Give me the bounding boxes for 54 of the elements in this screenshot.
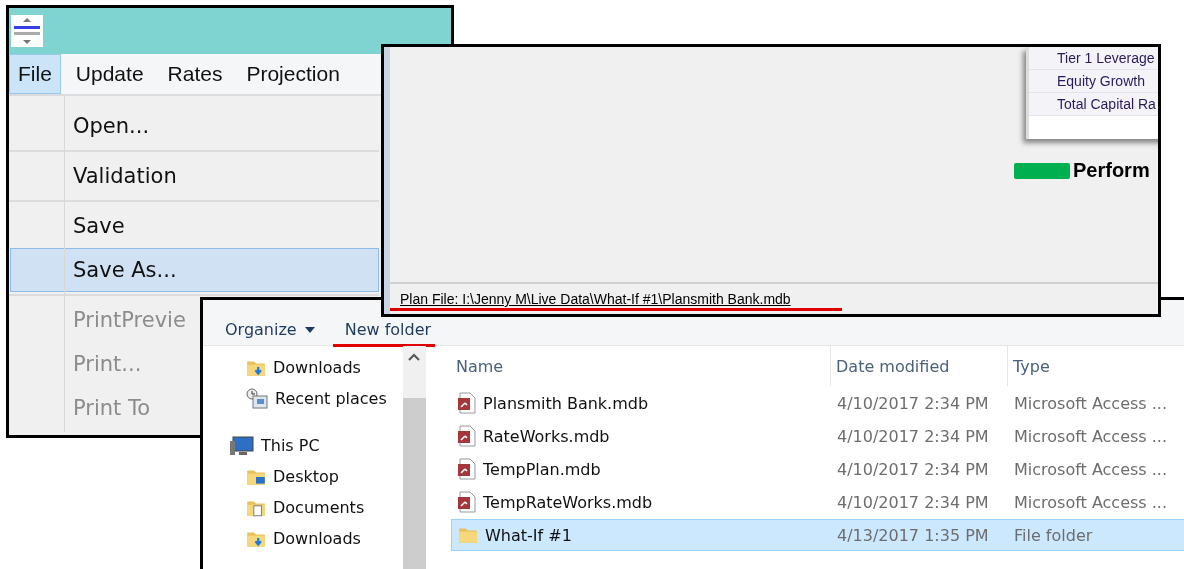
menu-item[interactable]: Save (10, 204, 379, 248)
legend-label: Perform (1073, 159, 1150, 182)
type-cell-text: Microsoft Access ... (1013, 426, 1168, 446)
database-file-icon (457, 458, 477, 480)
app-logo-icon (11, 15, 43, 47)
scrollbar[interactable] (402, 346, 426, 569)
nav-item[interactable]: Documents (203, 492, 403, 523)
caret-up-icon (406, 352, 421, 362)
nav-item[interactable]: Recent places (203, 383, 403, 414)
caret-icon (304, 326, 315, 333)
file-row[interactable]: TempRateWorks.mdb 4/10/2017 2:34 PM Microsoft Access ... (451, 486, 1184, 518)
menu-item[interactable]: Validation (10, 154, 379, 198)
type-cell-text: Microsoft Access ... (1013, 492, 1168, 512)
computer-icon (229, 434, 255, 457)
file-row[interactable]: RateWorks.mdb 4/10/2017 2:34 PM Microsoft Access ... (451, 420, 1184, 452)
menu-bar-item[interactable]: File (9, 54, 61, 94)
nav-item[interactable]: Downloads (203, 523, 403, 554)
column-header[interactable]: Date modified (831, 346, 1008, 386)
column-header[interactable]: Name (451, 346, 831, 386)
menu-bar-item[interactable]: Projection (237, 54, 349, 94)
status-text: Plan File: I:\Jenny M\Live Data\What-If #1\Plansmith Bank.mdb (400, 291, 791, 307)
menu-bar-item[interactable]: Rates (158, 54, 232, 94)
nav-item[interactable]: This PC (203, 430, 403, 461)
metric-label: Total Capital Ra (1029, 93, 1158, 116)
file-row[interactable]: Plansmith Bank.mdb 4/10/2017 2:34 PM Microsoft Access ... (451, 387, 1184, 419)
nav-item[interactable]: Desktop (203, 461, 403, 492)
type-cell-text: File folder (1013, 525, 1094, 545)
file-name: What-If #1 (485, 525, 572, 545)
menu-item[interactable]: Save As... (10, 248, 379, 292)
type-cell-text: Microsoft Access ... (1013, 393, 1168, 413)
menu-item[interactable]: Open... (10, 104, 379, 148)
database-file-icon (457, 491, 477, 513)
clock-window-icon (245, 387, 269, 410)
database-file-icon (457, 392, 477, 414)
file-name: RateWorks.mdb (483, 426, 610, 446)
file-name: TempPlan.mdb (483, 459, 601, 479)
nav-item[interactable]: Downloads (203, 352, 403, 383)
menu-bar-item[interactable]: Update (66, 54, 153, 94)
toolbar-button[interactable]: Organize (225, 320, 315, 339)
type-cell-text: Microsoft Access ... (1013, 459, 1168, 479)
date-cell-text: 4/10/2017 2:34 PM (836, 426, 990, 446)
file-row[interactable]: What-If #1 4/13/2017 1:35 PM File folder (451, 519, 1184, 551)
metric-label: Equity Growth (1029, 70, 1158, 93)
date-cell-text: 4/10/2017 2:34 PM (836, 492, 990, 512)
metric-label: Tier 1 Leverage (1029, 47, 1158, 70)
date-cell-text: 4/13/2017 1:35 PM (836, 525, 990, 545)
file-name: Plansmith Bank.mdb (483, 393, 649, 413)
date-cell-text: 4/10/2017 2:34 PM (836, 459, 990, 479)
file-name: TempRateWorks.mdb (483, 492, 653, 512)
database-file-icon (457, 425, 477, 447)
toolbar-button[interactable]: New folder (344, 320, 432, 339)
file-row[interactable]: TempPlan.mdb 4/10/2017 2:34 PM Microsoft Access ... (451, 453, 1184, 485)
date-cell-text: 4/10/2017 2:34 PM (836, 393, 990, 413)
column-header[interactable]: Type (1008, 346, 1184, 386)
